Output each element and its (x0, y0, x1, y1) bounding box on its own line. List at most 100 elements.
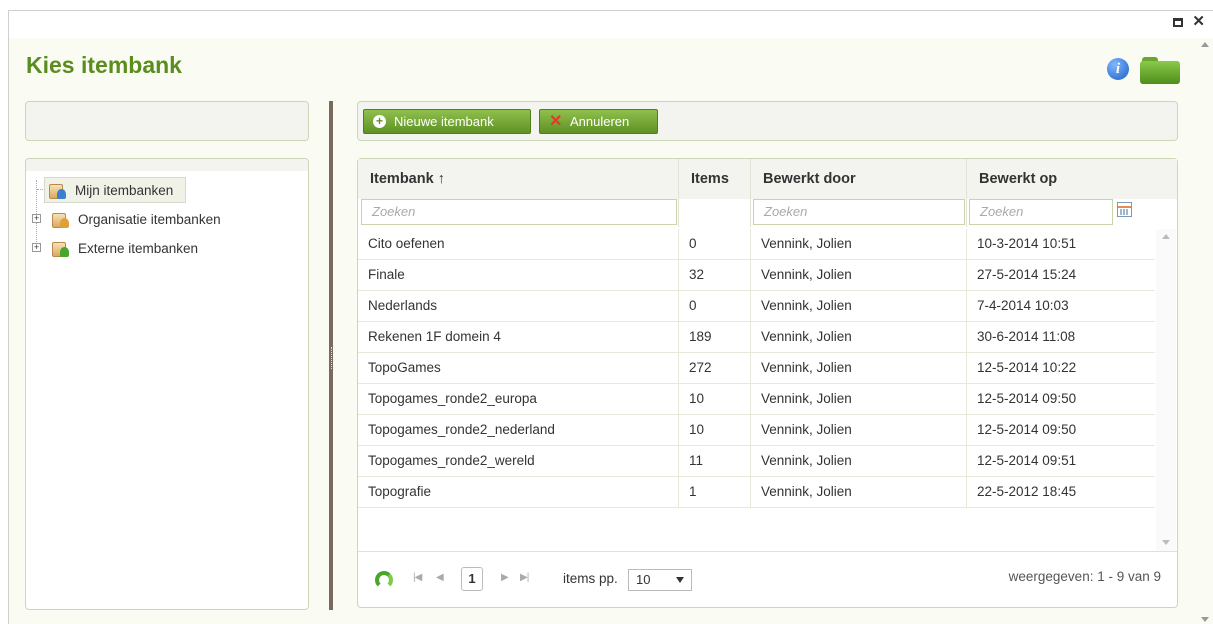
cell-items: 272 (678, 353, 750, 383)
cell-bewerkt-door: Vennink, Jolien (750, 415, 966, 445)
external-bank-icon (52, 240, 69, 257)
folder-icon[interactable] (1140, 57, 1180, 84)
window-controls: ✕ (1167, 12, 1205, 30)
cancel-x-icon: ✕ (549, 113, 563, 130)
tree-toolbar (25, 101, 309, 141)
cell-bewerkt-op: 12-5-2014 09:50 (966, 384, 1155, 414)
cell-items: 11 (678, 446, 750, 476)
table-row[interactable]: Cito oefenen 0 Vennink, Jolien 10-3-2014 10… (358, 229, 1155, 260)
pane-splitter[interactable] (329, 101, 333, 610)
cell-bewerkt-op: 7-4-2014 10:03 (966, 291, 1155, 321)
new-itembank-button[interactable]: + Nieuwe itembank (363, 109, 531, 134)
cell-itembank: Topografie (368, 484, 432, 499)
cancel-button[interactable]: ✕ Annuleren (539, 109, 658, 134)
column-divider (750, 159, 751, 227)
cell-bewerkt-op: 22-5-2012 18:45 (966, 477, 1155, 507)
cell-itembank: Cito oefenen (368, 236, 445, 251)
tree-item-label: Externe itembanken (78, 240, 199, 256)
cell-itembank: Topogames_ronde2_nederland (368, 422, 555, 437)
header-spacer (1155, 159, 1177, 199)
cell-items: 32 (678, 260, 750, 290)
cell-bewerkt-door: Vennink, Jolien (750, 260, 966, 290)
cell-itembank: Rekenen 1F domein 4 (368, 329, 501, 344)
column-header-items[interactable]: Items (679, 159, 751, 199)
cell-items: 1 (678, 477, 750, 507)
cell-items: 189 (678, 322, 750, 352)
tree-item-label: Organisatie itembanken (78, 211, 221, 227)
table-row[interactable]: Finale 32 Vennink, Jolien 27-5-2014 15:24 (358, 260, 1155, 291)
cell-itembank: Finale (368, 267, 405, 282)
cell-bewerkt-op: 30-6-2014 11:08 (966, 322, 1155, 352)
plus-circle-icon: + (373, 115, 386, 128)
column-divider (966, 159, 967, 227)
items-per-page-select[interactable]: 10 (628, 569, 692, 591)
pager-info: weergegeven: 1 - 9 van 9 (1008, 569, 1161, 584)
window-border (8, 10, 1213, 11)
cell-items: 10 (678, 384, 750, 414)
chevron-down-icon (676, 577, 684, 583)
column-header-bewerkt-op[interactable]: Bewerkt op (967, 159, 1155, 199)
pager: |◀ ◀ 1 ▶ ▶| items pp. 10 weergegeven: 1 … (358, 551, 1177, 607)
table-row[interactable]: Topogames_ronde2_nederland 10 Vennink, Jol… (358, 415, 1155, 446)
table-row[interactable]: Nederlands 0 Vennink, Jolien 7-4-2014 10:03 (358, 291, 1155, 322)
cell-bewerkt-door: Vennink, Jolien (750, 384, 966, 414)
cell-bewerkt-op: 12-5-2014 10:22 (966, 353, 1155, 383)
cell-bewerkt-door: Vennink, Jolien (750, 477, 966, 507)
tree-item-externe-itembanken[interactable]: Externe itembanken (52, 235, 198, 261)
cell-itembank: TopoGames (368, 360, 441, 375)
column-header-itembank[interactable]: Itembank ↑ (358, 159, 678, 199)
column-header-bewerkt-door[interactable]: Bewerkt door (751, 159, 966, 199)
filter-bewerkt-door-input[interactable]: Zoeken (753, 199, 965, 225)
grid-scrollbar[interactable] (1156, 229, 1176, 551)
cell-bewerkt-op: 27-5-2014 15:24 (966, 260, 1155, 290)
next-page-icon[interactable]: ▶ (501, 572, 509, 583)
cell-itembank: Topogames_ronde2_europa (368, 391, 537, 406)
cell-items: 0 (678, 229, 750, 259)
table-row[interactable]: TopoGames 272 Vennink, Jolien 12-5-2014 10:… (358, 353, 1155, 384)
new-itembank-label: Nieuwe itembank (394, 114, 494, 129)
window-scrollbar[interactable] (1197, 38, 1213, 624)
cell-items: 0 (678, 291, 750, 321)
scroll-up-arrow-icon[interactable] (1162, 234, 1170, 239)
calendar-icon[interactable] (1117, 202, 1132, 217)
cell-items: 10 (678, 415, 750, 445)
tree-item-label: Mijn itembanken (75, 182, 174, 198)
refresh-icon[interactable] (375, 571, 393, 589)
table-row[interactable]: Topogames_ronde2_wereld 11 Vennink, Jolien… (358, 446, 1155, 477)
cell-bewerkt-door: Vennink, Jolien (750, 322, 966, 352)
scroll-down-arrow-icon[interactable] (1162, 540, 1170, 545)
cell-bewerkt-op: 10-3-2014 10:51 (966, 229, 1155, 259)
cell-bewerkt-op: 12-5-2014 09:50 (966, 415, 1155, 445)
cell-bewerkt-door: Vennink, Jolien (750, 291, 966, 321)
cancel-label: Annuleren (570, 114, 630, 129)
table-row[interactable]: Rekenen 1F domein 4 189 Vennink, Jolien 30-… (358, 322, 1155, 353)
column-divider (678, 159, 679, 227)
cell-bewerkt-door: Vennink, Jolien (750, 229, 966, 259)
tree-item-organisatie-itembanken[interactable]: Organisatie itembanken (52, 206, 221, 232)
current-page-input[interactable]: 1 (461, 567, 483, 591)
filter-bewerkt-op-input[interactable]: Zoeken (969, 199, 1113, 225)
prev-page-icon[interactable]: ◀ (436, 572, 444, 583)
expand-icon[interactable]: + (32, 214, 41, 223)
items-per-page-value: 10 (636, 572, 651, 587)
maximize-icon[interactable] (1172, 18, 1183, 27)
first-page-icon[interactable]: |◀ (413, 572, 422, 583)
info-icon[interactable]: i (1107, 58, 1129, 80)
cell-bewerkt-door: Vennink, Jolien (750, 446, 966, 476)
cell-itembank: Nederlands (368, 298, 438, 313)
table-row[interactable]: Topogames_ronde2_europa 10 Vennink, Jolien… (358, 384, 1155, 415)
expand-icon[interactable]: + (32, 243, 41, 252)
scroll-down-arrow-icon[interactable] (1201, 617, 1209, 622)
tree-item-mijn-itembanken[interactable]: Mijn itembanken (44, 177, 187, 203)
cell-bewerkt-door: Vennink, Jolien (750, 353, 966, 383)
items-per-page-label: items pp. (563, 571, 618, 586)
table-row[interactable]: Topografie 1 Vennink, Jolien 22-5-2012 18:4… (358, 477, 1155, 508)
scroll-up-arrow-icon[interactable] (1201, 42, 1209, 47)
cell-itembank: Topogames_ronde2_wereld (368, 453, 535, 468)
close-icon[interactable]: ✕ (1192, 12, 1205, 30)
filter-itembank-input[interactable]: Zoeken (361, 199, 677, 225)
last-page-icon[interactable]: ▶| (520, 572, 529, 583)
organisation-bank-icon (52, 211, 69, 228)
cell-bewerkt-op: 12-5-2014 09:51 (966, 446, 1155, 476)
personal-bank-icon (49, 182, 66, 199)
